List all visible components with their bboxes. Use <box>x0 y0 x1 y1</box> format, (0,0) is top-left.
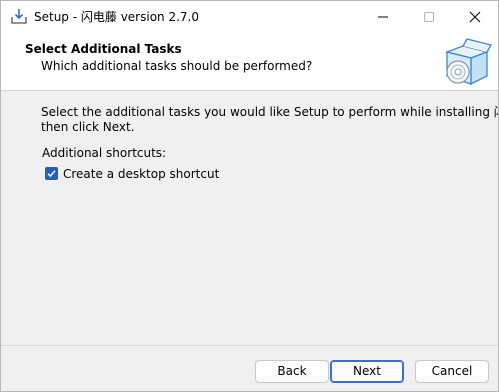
additional-shortcuts-label: Additional shortcuts: <box>42 146 167 160</box>
close-icon <box>469 11 481 23</box>
page-title: Select Additional Tasks <box>25 42 182 56</box>
instruction-line-2: then click Next. <box>41 120 135 134</box>
next-button[interactable]: Next <box>330 360 404 383</box>
wizard-header: Select Additional Tasks Which additional… <box>1 32 498 91</box>
window-title: Setup - 闪电藤 version 2.7.0 <box>34 10 200 24</box>
minimize-button[interactable] <box>360 1 406 32</box>
instruction-text: Select the additional tasks you would li… <box>41 105 499 135</box>
checkmark-icon <box>47 170 56 178</box>
footer-divider <box>1 345 498 346</box>
cancel-button[interactable]: Cancel <box>415 360 489 383</box>
minimize-icon <box>378 16 388 18</box>
setup-window: Setup - 闪电藤 version 2.7.0 Select Additio… <box>0 0 499 392</box>
page-subtitle: Which additional tasks should be perform… <box>41 59 313 73</box>
maximize-icon <box>424 12 434 22</box>
installer-box-disc-icon <box>441 36 493 88</box>
setup-download-icon <box>10 8 28 26</box>
back-button[interactable]: Back <box>255 360 329 383</box>
maximize-button[interactable] <box>406 1 452 32</box>
desktop-shortcut-checkbox[interactable] <box>45 167 58 180</box>
title-bar[interactable]: Setup - 闪电藤 version 2.7.0 <box>1 1 498 32</box>
close-button[interactable] <box>452 1 498 32</box>
desktop-shortcut-label[interactable]: Create a desktop shortcut <box>63 167 219 181</box>
instruction-line-1: Select the additional tasks you would li… <box>41 105 499 119</box>
